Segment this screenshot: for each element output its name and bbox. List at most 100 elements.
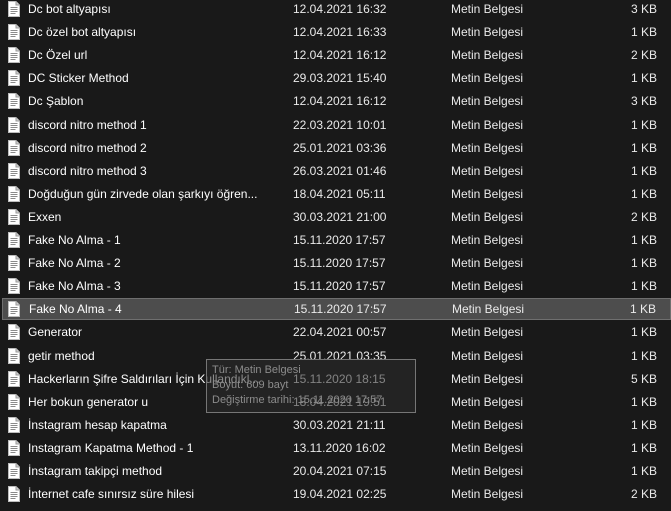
- file-type: Metin Belgesi: [451, 117, 524, 132]
- text-document-icon: [8, 208, 20, 225]
- file-size: 5 KB: [630, 371, 657, 386]
- file-size: 1 KB: [630, 163, 657, 178]
- text-document-icon: [8, 70, 20, 87]
- file-modified-date: 29.03.2021 15:40: [293, 71, 387, 86]
- file-name: Dc özel bot altyapısı: [28, 25, 137, 40]
- text-document-icon: [8, 370, 20, 387]
- file-modified-date: 18.04.2021 19:51: [293, 394, 387, 409]
- file-row[interactable]: İnstagram hesap kapatma 30.03.2021 21:11 M…: [2, 414, 671, 436]
- file-type: Metin Belgesi: [451, 325, 524, 340]
- file-row[interactable]: Dc Şablon 12.04.2021 16:12 Metin Belgesi 3 …: [2, 90, 671, 112]
- file-row[interactable]: Dc özel bot altyapısı 12.04.2021 16:33 Met…: [2, 21, 671, 43]
- file-modified-date: 13.11.2020 16:02: [293, 440, 386, 455]
- text-document-icon: [8, 255, 20, 272]
- file-name: İnstagram takipçi method: [28, 464, 163, 478]
- file-modified-date: 19.04.2021 02:25: [293, 487, 387, 502]
- text-document-icon: [8, 24, 20, 41]
- file-type: Metin Belgesi: [452, 302, 525, 317]
- file-modified-date: 20.04.2021 07:15: [293, 464, 387, 478]
- file-size: 1 KB: [630, 348, 657, 363]
- file-modified-date: 25.01.2021 03:36: [293, 140, 387, 155]
- file-row[interactable]: Fake No Alma - 1 15.11.2020 17:57 Metin Be…: [2, 229, 671, 251]
- text-document-icon: [8, 486, 20, 503]
- file-row[interactable]: Hackerların Şifre Saldırıları İçin Kulla…: [2, 368, 671, 390]
- file-type: Metin Belgesi: [451, 48, 524, 63]
- text-document-icon: [8, 463, 20, 479]
- file-name: Fake No Alma - 1: [28, 233, 121, 247]
- file-row[interactable]: Exxen 30.03.2021 21:00 Metin Belgesi 2 KB: [2, 206, 671, 228]
- file-name: getir method: [28, 348, 95, 363]
- file-size: 1 KB: [630, 140, 657, 155]
- file-type: Metin Belgesi: [451, 163, 524, 178]
- file-row[interactable]: discord nitro method 1 22.03.2021 10:01 Me…: [2, 114, 671, 136]
- file-size: 2 KB: [630, 487, 657, 502]
- file-row[interactable]: Dc bot altyapısı 12.04.2021 16:32 Metin Be…: [2, 0, 671, 20]
- file-modified-date: 12.04.2021 16:12: [293, 48, 387, 63]
- file-row[interactable]: Doğduğun gün zirvede olan şarkıyı öğren.…: [2, 183, 671, 205]
- file-type: Metin Belgesi: [451, 440, 524, 455]
- file-size: 1 KB: [630, 71, 657, 86]
- text-document-icon: [8, 232, 20, 248]
- file-modified-date: 15.11.2020 17:57: [294, 302, 387, 317]
- file-row[interactable]: Generator 22.04.2021 00:57 Metin Belgesi 1 …: [2, 321, 671, 343]
- file-size: 1 KB: [630, 394, 657, 409]
- file-type: Metin Belgesi: [451, 2, 524, 16]
- file-name: Exxen: [28, 209, 62, 224]
- file-row[interactable]: discord nitro method 2 25.01.2021 03:36 Me…: [2, 137, 671, 159]
- file-type: Metin Belgesi: [451, 348, 524, 363]
- file-name: discord nitro method 2: [28, 140, 147, 155]
- file-row[interactable]: İnternet cafe sınırsız süre hilesi 19.04.…: [2, 483, 671, 505]
- text-document-icon: [8, 139, 20, 156]
- file-size: 3 KB: [630, 94, 657, 109]
- file-type: Metin Belgesi: [451, 25, 524, 40]
- file-type: Metin Belgesi: [451, 394, 524, 409]
- file-size: 1 KB: [630, 279, 657, 294]
- file-name: İnstagram hesap kapatma: [28, 417, 167, 432]
- file-type: Metin Belgesi: [451, 209, 524, 224]
- text-document-icon: [8, 416, 20, 433]
- file-name: Her bokun generator u: [28, 394, 149, 409]
- file-row[interactable]: Fake No Alma - 2 15.11.2020 17:57 Metin Be…: [2, 252, 671, 274]
- file-type: Metin Belgesi: [451, 94, 524, 109]
- file-name: Dc bot altyapısı: [28, 2, 111, 16]
- file-row[interactable]: Her bokun generator u 18.04.2021 19:51 Met…: [2, 391, 671, 413]
- file-modified-date: 12.04.2021 16:12: [293, 94, 387, 109]
- file-modified-date: 18.04.2021 05:11: [293, 186, 386, 201]
- text-document-icon: [8, 278, 20, 295]
- file-row[interactable]: Fake No Alma - 3 15.11.2020 17:57 Metin Be…: [2, 275, 671, 297]
- file-name: İnternet cafe sınırsız süre hilesi: [28, 487, 195, 502]
- file-modified-date: 30.03.2021 21:11: [293, 417, 386, 432]
- file-modified-date: 12.04.2021 16:32: [293, 2, 387, 16]
- file-modified-date: 12.04.2021 16:33: [293, 25, 387, 40]
- text-document-icon: [8, 47, 20, 64]
- file-row[interactable]: getir method 25.01.2021 03:35 Metin Belges…: [2, 345, 671, 367]
- file-row[interactable]: DC Sticker Method 29.03.2021 15:40 Metin B…: [2, 67, 671, 89]
- file-modified-date: 15.11.2020 17:57: [293, 233, 386, 247]
- file-size: 1 KB: [630, 256, 657, 271]
- file-name: Dc Şablon: [28, 94, 84, 109]
- text-document-icon: [8, 185, 20, 202]
- text-document-icon: [8, 162, 20, 179]
- file-name: Hackerların Şifre Saldırıları İçin Kulla…: [28, 371, 260, 386]
- text-document-icon: [8, 324, 20, 341]
- file-size: 1 KB: [630, 464, 657, 478]
- file-size: 1 KB: [630, 233, 657, 247]
- file-modified-date: 22.04.2021 00:57: [293, 325, 387, 340]
- file-row-selected[interactable]: Fake No Alma - 4 15.11.2020 17:57 Metin Be…: [2, 298, 671, 321]
- file-modified-date: 15.11.2020 17:57: [293, 279, 386, 294]
- file-modified-date: 26.03.2021 01:46: [293, 163, 387, 178]
- file-size: 1 KB: [630, 25, 657, 40]
- file-row[interactable]: Dc Özel url 12.04.2021 16:12 Metin Belgesi…: [2, 44, 671, 66]
- file-name: Instagram Kapatma Method - 1: [28, 440, 194, 455]
- text-document-icon: [8, 393, 20, 410]
- file-name: Doğduğun gün zirvede olan şarkıyı öğren.…: [28, 186, 258, 201]
- file-row[interactable]: discord nitro method 3 26.03.2021 01:46 Me…: [2, 160, 671, 182]
- file-name: discord nitro method 3: [28, 163, 147, 178]
- file-modified-date: 15.11.2020 18:15: [293, 371, 386, 386]
- file-row[interactable]: Instagram Kapatma Method - 1 13.11.2020 1…: [2, 437, 671, 459]
- text-document-icon: [8, 116, 20, 133]
- file-size: 1 KB: [630, 117, 657, 132]
- file-size: 1 KB: [630, 325, 657, 340]
- text-document-icon: [8, 347, 20, 364]
- file-row[interactable]: İnstagram takipçi method 20.04.2021 07:15…: [2, 460, 671, 482]
